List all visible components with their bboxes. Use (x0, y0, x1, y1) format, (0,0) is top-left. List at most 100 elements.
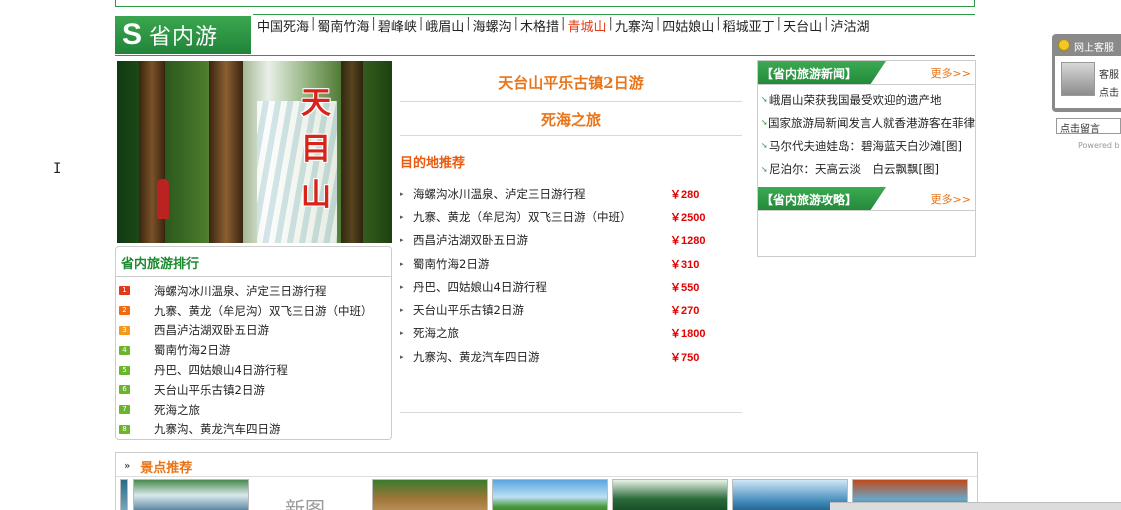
destination-price: ￥750 (670, 351, 700, 364)
nav-separator: | (716, 16, 721, 31)
ranking-item-label[interactable]: 蜀南竹海2日游 (154, 342, 230, 358)
destination-label[interactable]: 九寨、黄龙（牟尼沟）双飞三日游（中班） (413, 209, 632, 225)
ranking-item[interactable]: 4 蜀南竹海2日游 (116, 340, 391, 360)
scenic-thumb[interactable] (612, 479, 728, 510)
destination-price: ￥280 (670, 188, 700, 201)
ranking-item-label[interactable]: 海螺沟冰川温泉、泸定三日游行程 (154, 283, 327, 299)
destination-price: ￥270 (670, 305, 700, 318)
news-header: 【省内旅游新闻】 更多>> (758, 61, 975, 85)
ranking-title: 省内旅游排行 (116, 247, 391, 277)
news-item[interactable]: ➘ 峨眉山荣获我国最受欢迎的遗产地 (758, 88, 975, 111)
destination-label[interactable]: 蜀南竹海2日游 (413, 256, 489, 272)
news-item[interactable]: ➘ 尼泊尔：天高云淡 白云飘飘[图] (758, 158, 975, 181)
scenic-thumb[interactable] (492, 479, 608, 510)
divider (400, 412, 742, 413)
news-item-label[interactable]: 国家旅游局新闻发言人就香港游客在菲律 (768, 115, 975, 131)
leave-message-button[interactable]: 点击留言 _ (1056, 118, 1121, 134)
news-item[interactable]: ➘ 国家旅游局新闻发言人就香港游客在菲律 (758, 111, 975, 134)
rank-number-badge: 1 (119, 286, 130, 296)
ranking-item-label[interactable]: 天台山平乐古镇2日游 (154, 382, 265, 398)
destination-item[interactable]: ▸ 九寨沟、黄龙汽车四日游 ￥750 (400, 345, 742, 368)
nav-item[interactable]: 碧峰峡 (378, 16, 417, 35)
destination-label[interactable]: 丹巴、四姑娘山4日游行程 (413, 279, 547, 295)
ranking-item[interactable]: 1 海螺沟冰川温泉、泸定三日游行程 (116, 281, 391, 301)
news-item-label[interactable]: 马尔代夫迪娃岛：碧海蓝天白沙滩[图] (769, 138, 962, 154)
hiker-figure (157, 179, 169, 219)
news-item[interactable]: ➘ 马尔代夫迪娃岛：碧海蓝天白沙滩[图] (758, 134, 975, 157)
bullet-icon: ▸ (400, 306, 404, 315)
nav-separator: | (824, 16, 829, 31)
nav-item[interactable]: 九寨沟 (615, 16, 654, 35)
news-list: ➘ 峨眉山荣获我国最受欢迎的遗产地 ➘ 国家旅游局新闻发言人就香港游客在菲律 ➘ 马尔代夫… (758, 85, 975, 181)
nav-item[interactable]: 中国死海 (257, 16, 309, 35)
bullet-icon: ▸ (400, 236, 404, 245)
destination-item[interactable]: ▸ 天台山平乐古镇2日游 ￥270 (400, 298, 742, 321)
destination-label[interactable]: 九寨沟、黄龙汽车四日游 (413, 349, 540, 365)
destination-item[interactable]: ▸ 西昌泸沽湖双卧五日游 ￥1280 (400, 229, 742, 252)
nav-separator: | (513, 16, 519, 31)
nav-item[interactable]: 蜀南竹海 (317, 16, 369, 35)
ranking-item[interactable]: 6 天台山平乐古镇2日游 (116, 380, 391, 400)
hero-title-char: 天 (301, 86, 331, 121)
nav-separator: | (776, 16, 782, 31)
bullet-icon: ▸ (400, 282, 404, 291)
nav-item[interactable]: 泸沽湖 (830, 16, 869, 35)
destination-item[interactable]: ▸ 蜀南竹海2日游 ￥310 (400, 252, 742, 275)
service-click-text[interactable]: 点击 (1099, 84, 1119, 99)
bullet-icon: ▸ (400, 212, 404, 221)
news-item-label[interactable]: 峨眉山荣获我国最受欢迎的遗产地 (769, 92, 942, 108)
ranking-item[interactable]: 8 九寨沟、黄龙汽车四日游 (116, 420, 391, 440)
status-bar (830, 502, 1121, 510)
arrow-icon: ➘ (761, 164, 768, 174)
scenic-thumb[interactable] (120, 479, 128, 510)
nav-item[interactable]: 天台山 (783, 16, 822, 35)
ranking-item[interactable]: 7 死海之旅 (116, 400, 391, 420)
destination-item[interactable]: ▸ 海螺沟冰川温泉、泸定三日游行程 ￥280 (400, 182, 742, 205)
logo-letter: S (121, 18, 142, 51)
destination-heading: 目的地推荐 (400, 156, 466, 171)
ranking-item-label[interactable]: 西昌泸沽湖双卧五日游 (154, 322, 269, 338)
bullet-icon: ▸ (400, 259, 404, 268)
online-service-widget[interactable]: 网上客服 客服 点击 (1052, 34, 1121, 112)
arrow-icon: ➘ (761, 118, 768, 128)
destination-label[interactable]: 西昌泸沽湖双卧五日游 (413, 232, 528, 248)
news-item-label[interactable]: 尼泊尔：天高云淡 白云飘飘[图] (769, 161, 939, 177)
logo-text: 省内游 (149, 25, 219, 50)
nav-item[interactable]: 海螺沟 (473, 16, 512, 35)
destination-label[interactable]: 天台山平乐古镇2日游 (413, 302, 524, 318)
nav-item[interactable]: 四姑娘山 (662, 16, 714, 35)
news-panel: 【省内旅游新闻】 更多>> ➘ 峨眉山荣获我国最受欢迎的遗产地 ➘ 国家旅游局新闻发言… (757, 60, 976, 257)
guide-more-link[interactable]: 更多>> (931, 191, 971, 207)
nav-item[interactable]: 青城山 (567, 16, 606, 35)
destination-item[interactable]: ▸ 九寨、黄龙（牟尼沟）双飞三日游（中班） ￥2500 (400, 205, 742, 228)
hero-banner[interactable]: 天 目 山 (117, 61, 392, 243)
ranking-item[interactable]: 3 西昌泸沽湖双卧五日游 (116, 321, 391, 341)
destination-item[interactable]: ▸ 丹巴、四姑娘山4日游行程 ￥550 (400, 275, 742, 298)
ranking-item-label[interactable]: 九寨沟、黄龙汽车四日游 (154, 421, 281, 437)
destination-list: ▸ 海螺沟冰川温泉、泸定三日游行程 ￥280 ▸ 九寨、黄龙（牟尼沟）双飞三日游（中班）… (400, 182, 742, 368)
ranking-panel: 省内旅游排行 1 海螺沟冰川温泉、泸定三日游行程 2 九寨、黄龙（牟尼沟）双飞三日游（… (115, 246, 392, 440)
scenic-thumb[interactable] (133, 479, 249, 510)
destination-label[interactable]: 海螺沟冰川温泉、泸定三日游行程 (413, 186, 586, 202)
ranking-item-label[interactable]: 死海之旅 (154, 402, 200, 418)
ranking-item[interactable]: 2 九寨、黄龙（牟尼沟）双飞三日游（中班） (116, 301, 391, 321)
nav-item[interactable]: 峨眉山 (425, 16, 464, 35)
smiley-icon (1058, 39, 1070, 51)
ranking-item-label[interactable]: 丹巴、四姑娘山4日游行程 (154, 362, 288, 378)
double-chevron-icon: » (124, 460, 131, 472)
news-more-link[interactable]: 更多>> (931, 65, 971, 81)
scenic-title: 景点推荐 (140, 460, 193, 476)
scenic-thumb[interactable] (372, 479, 488, 510)
nav-item[interactable]: 木格措 (520, 16, 559, 35)
ranking-item-label[interactable]: 九寨、黄龙（牟尼沟）双飞三日游（中班） (154, 303, 373, 319)
service-body: 客服 点击 (1055, 56, 1121, 108)
destination-item[interactable]: ▸ 死海之旅 ￥1800 (400, 322, 742, 345)
nav-item[interactable]: 稻城亚丁 (723, 16, 775, 35)
featured-title-1[interactable]: 天台山平乐古镇2日游 (397, 72, 745, 93)
service-title: 网上客服 (1074, 43, 1114, 54)
ranking-item[interactable]: 5 丹巴、四姑娘山4日游行程 (116, 360, 391, 380)
tree-trunk (209, 61, 243, 243)
destination-label[interactable]: 死海之旅 (413, 325, 459, 341)
featured-title-2[interactable]: 死海之旅 (397, 109, 745, 130)
rank-number-badge: 8 (119, 424, 130, 434)
